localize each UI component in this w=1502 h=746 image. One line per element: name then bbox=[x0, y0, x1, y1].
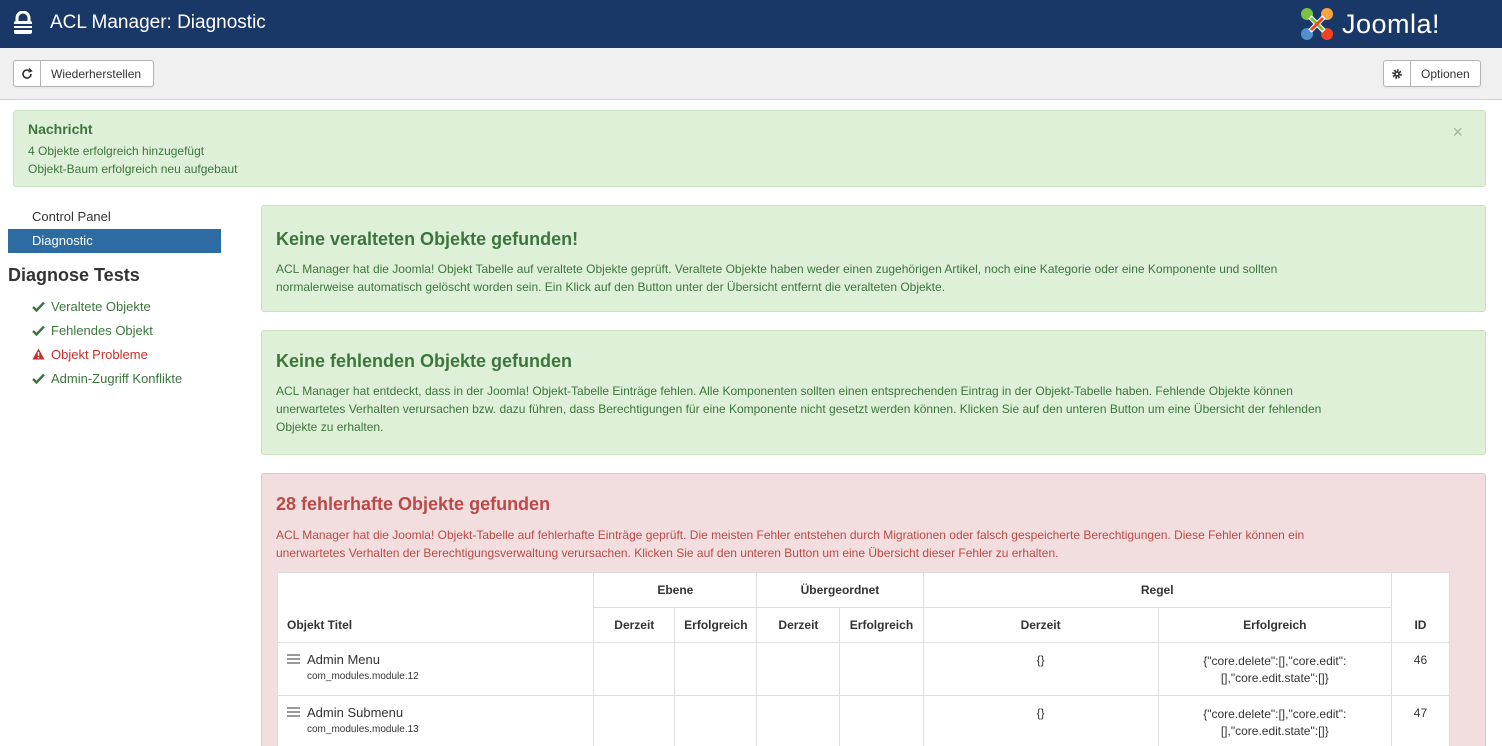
drag-handle-icon[interactable] bbox=[287, 652, 300, 667]
message-line: 4 Objekte erfolgreich hinzugefügt bbox=[28, 144, 205, 158]
column-header-id[interactable]: ID bbox=[1390, 572, 1451, 643]
test-item-label: Veraltete Objekte bbox=[51, 298, 151, 314]
checkmark-icon bbox=[32, 373, 51, 384]
sidebar-item-diagnostic[interactable]: Diagnostic bbox=[8, 229, 221, 253]
test-list: Veraltete Objekte Fehlendes Objekt Objek… bbox=[8, 294, 221, 390]
faulty-objects-panel: 28 fehlerhafte Objekte gefunden ACL Mana… bbox=[261, 473, 1486, 746]
message-line: Objekt-Baum erfolgreich neu aufgebaut bbox=[28, 162, 238, 176]
table-group-header-row: Objekt Titel Ebene Übergeordnet Regel ID bbox=[276, 572, 1451, 643]
panel-text-line: normalerweise automatisch gelöscht worde… bbox=[276, 280, 946, 294]
missing-objects-panel: Keine fehlenden Objekte gefunden ACL Man… bbox=[261, 330, 1486, 455]
message-heading: Nachricht bbox=[28, 121, 93, 137]
test-item-missing-object[interactable]: Fehlendes Objekt bbox=[8, 318, 221, 342]
group-header-parent: Übergeordnet bbox=[756, 572, 924, 608]
cell-parent-success bbox=[839, 642, 924, 696]
panel-text-line: ACL Manager hat die Joomla! Objekt Tabel… bbox=[276, 262, 1278, 276]
cell-title: Admin Submenu com_modules.module.13 bbox=[276, 695, 595, 746]
close-icon[interactable]: × bbox=[1452, 122, 1463, 143]
test-item-label: Admin-Zugriff Konflikte bbox=[51, 370, 183, 386]
cell-parent-current bbox=[756, 642, 841, 696]
rule-success-line: {"core.delete":[],"core.edit": bbox=[1203, 707, 1347, 721]
column-header-rule-current: Derzeit bbox=[922, 607, 1159, 643]
options-button[interactable]: Optionen bbox=[1383, 60, 1481, 87]
panel-title: Keine fehlenden Objekte gefunden bbox=[276, 351, 573, 371]
test-item-object-problems[interactable]: Objekt Probleme bbox=[8, 342, 221, 366]
joomla-logo-text: Joomla! bbox=[1342, 8, 1441, 39]
cell-level-success bbox=[674, 642, 758, 696]
header-bar: ACL Manager: Diagnostic Joomla! bbox=[0, 0, 1502, 48]
rule-success-line: {"core.delete":[],"core.edit": bbox=[1203, 654, 1347, 668]
panel-text-line: unerwartetes Verhalten der Berechtigungs… bbox=[276, 546, 1059, 560]
lock-icon bbox=[12, 10, 34, 38]
panel-text-line: ACL Manager hat entdeckt, dass in der Jo… bbox=[276, 384, 1293, 398]
column-header-parent-current: Derzeit bbox=[756, 607, 841, 643]
panel-text-line: Objekte zu erhalten. bbox=[276, 420, 384, 434]
test-item-outdated-objects[interactable]: Veraltete Objekte bbox=[8, 294, 221, 318]
checkmark-icon bbox=[32, 325, 51, 336]
restore-button-label: Wiederherstellen bbox=[51, 66, 142, 81]
object-name: com_modules.module.12 bbox=[307, 671, 419, 682]
checkmark-icon bbox=[32, 301, 51, 312]
object-title: Admin Menu bbox=[307, 652, 380, 667]
table-row[interactable]: Admin Submenu com_modules.module.13 {} {… bbox=[276, 695, 1451, 746]
restore-button[interactable]: Wiederherstellen bbox=[13, 60, 154, 87]
page-title: ACL Manager: Diagnostic bbox=[50, 12, 266, 33]
panel-title: 28 fehlerhafte Objekte gefunden bbox=[276, 494, 551, 514]
faulty-objects-table: Objekt Titel Ebene Übergeordnet Regel ID… bbox=[276, 572, 1451, 746]
cell-id: 47 bbox=[1390, 695, 1451, 746]
cell-level-success bbox=[674, 695, 758, 746]
test-item-admin-access-conflicts[interactable]: Admin-Zugriff Konflikte bbox=[8, 366, 221, 390]
group-header-rule: Regel bbox=[922, 572, 1392, 608]
gear-icon bbox=[1384, 61, 1411, 86]
cell-rule-current: {} bbox=[922, 695, 1159, 746]
cell-id: 46 bbox=[1390, 642, 1451, 696]
sidebar-item-control-panel[interactable]: Control Panel bbox=[8, 205, 221, 229]
panel-text-line: ACL Manager hat die Joomla! Objekt-Tabel… bbox=[276, 528, 1305, 542]
cell-parent-success bbox=[839, 695, 924, 746]
object-name: com_modules.module.13 bbox=[307, 724, 419, 735]
column-header-level-success: Erfolgreich bbox=[674, 607, 758, 643]
column-header-rule-success: Erfolgreich bbox=[1157, 607, 1392, 643]
toolbar: Wiederherstellen Optionen bbox=[0, 48, 1502, 100]
column-header-level-current: Derzeit bbox=[593, 607, 676, 643]
object-title: Admin Submenu bbox=[307, 705, 404, 720]
joomla-logo: Joomla! bbox=[1298, 5, 1440, 43]
rule-success-line: [],"core.edit.state":[]} bbox=[1220, 671, 1329, 685]
cell-level-current bbox=[593, 695, 676, 746]
column-header-parent-success: Erfolgreich bbox=[839, 607, 924, 643]
outdated-objects-panel: Keine veralteten Objekte gefunden! ACL M… bbox=[261, 205, 1486, 312]
sidebar-heading: Diagnose Tests bbox=[8, 265, 140, 285]
panel-title: Keine veralteten Objekte gefunden! bbox=[276, 229, 579, 249]
refresh-icon bbox=[14, 61, 41, 86]
column-header-title[interactable]: Objekt Titel bbox=[276, 572, 595, 643]
cell-rule-success: {"core.delete":[],"core.edit": [],"core.… bbox=[1157, 695, 1392, 746]
warning-icon bbox=[32, 348, 51, 360]
joomla-logo-icon bbox=[1301, 8, 1333, 40]
message-alert: Nachricht 4 Objekte erfolgreich hinzugef… bbox=[13, 110, 1486, 187]
cell-parent-current bbox=[756, 695, 841, 746]
table-row[interactable]: Admin Menu com_modules.module.12 {} {"co… bbox=[276, 642, 1451, 696]
cell-rule-current: {} bbox=[922, 642, 1159, 696]
cell-rule-success: {"core.delete":[],"core.edit": [],"core.… bbox=[1157, 642, 1392, 696]
group-header-level: Ebene bbox=[593, 572, 758, 608]
drag-handle-icon[interactable] bbox=[287, 705, 300, 720]
cell-level-current bbox=[593, 642, 676, 696]
panel-text-line: unerwartetes Verhalten verursachen bzw. … bbox=[276, 402, 1322, 416]
cell-title: Admin Menu com_modules.module.12 bbox=[276, 642, 595, 696]
test-item-label: Fehlendes Objekt bbox=[51, 322, 153, 338]
sidebar: Control Panel Diagnostic Diagnose Tests … bbox=[8, 205, 221, 390]
test-item-label: Objekt Probleme bbox=[51, 346, 148, 362]
rule-success-line: [],"core.edit.state":[]} bbox=[1220, 724, 1329, 738]
options-button-label: Optionen bbox=[1421, 66, 1470, 81]
